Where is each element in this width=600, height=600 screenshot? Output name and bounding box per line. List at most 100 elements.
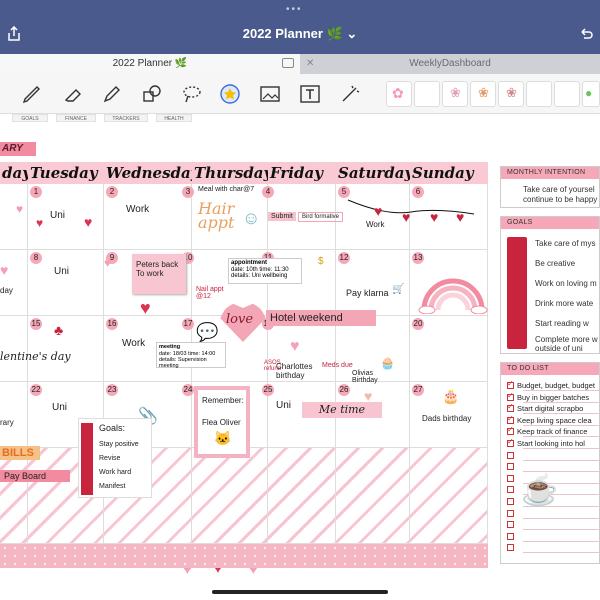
svg-text:♥: ♥ [430,209,438,225]
face-sticker-icon: ☺ [242,208,261,228]
date-number: 23 [106,384,118,396]
todo-checkbox[interactable] [507,425,514,436]
day-header-thursday: Thursday [192,162,268,184]
highlighter-icon[interactable] [100,82,124,106]
heart-icon: ♥ [16,202,24,216]
date-number: 4 [262,186,274,198]
todo-checkbox[interactable] [507,402,514,413]
pen-icon[interactable] [20,82,44,106]
todo-label: Buy in bigger batches [517,392,590,402]
lasso-icon[interactable] [180,82,204,106]
event-text: Dads birthday [422,414,472,423]
event-text: lentine's day [0,350,71,363]
sticker-garland[interactable] [554,81,580,107]
todo-checkbox[interactable] [507,474,514,482]
planner-page: GOALS FINANCE TRACKERS HEALTH ARY day Tu… [0,114,600,600]
goal-item: Drink more wate [535,299,594,308]
event-text: Uni [50,210,66,221]
section-tab-health[interactable]: HEALTH [156,114,192,122]
sticker-bouquet-2[interactable]: ❀ [470,81,496,107]
bills-sticker: BILLS [0,446,40,460]
month-title: ARY [0,142,36,156]
section-tab-goals[interactable]: GOALS [12,114,48,122]
section-tab-finance[interactable]: FINANCE [56,114,96,122]
tab-label: 2022 Planner 🌿 [112,58,188,69]
shapes-icon[interactable] [140,82,164,106]
date-number: 8 [30,252,42,264]
hair-appt-sticker: Hair appt [198,199,235,232]
day-header-friday: Friday [268,162,336,184]
todo-checkbox[interactable] [507,521,514,529]
cell[interactable] [410,448,488,544]
text-tool-icon[interactable] [298,82,322,106]
laser-pointer-icon[interactable] [338,82,362,106]
pay-board-banner: Pay Board [0,470,70,482]
cell[interactable] [192,448,268,544]
sticky-note: Peters back To work [132,254,186,294]
todo-checkbox[interactable] [507,391,514,401]
todo-underline [523,529,600,531]
todo-checkbox[interactable] [507,498,514,505]
cell[interactable] [0,448,28,544]
todo-checkbox[interactable] [507,509,514,517]
cell[interactable] [0,316,28,382]
sticker-bouquet-3[interactable]: ❀ [498,81,524,107]
sticker-flowers[interactable]: ✿ [386,81,412,107]
image-icon[interactable] [258,82,282,106]
split-view-icon[interactable] [282,58,294,68]
cake-icon: 🎂 [442,388,460,404]
date-number: 27 [412,384,424,396]
cell[interactable] [0,184,28,250]
sticker-green[interactable]: ● [582,81,600,107]
goal-item: Start reading w [535,319,589,328]
day-header-sunday: Sunday [410,162,488,184]
section-tab-trackers[interactable]: TRACKERS [104,114,148,122]
event-note: Meal with char@7 [198,186,255,193]
goals-box: GOALS Take care of mys Be creative Work … [500,216,600,354]
todo-checkbox[interactable] [507,544,514,552]
day-header-tuesday: Tuesday [28,162,104,184]
intention-line: continue to be happy [523,195,598,204]
date-number: 20 [412,318,424,330]
appointment-card: appointment date: 10th time: 11:30 detai… [228,258,302,284]
sticker-flower-strip[interactable] [526,81,552,107]
home-indicator[interactable] [212,590,388,594]
rainbow-sticker [418,278,488,314]
reminder-text: Flea Oliver [202,418,241,427]
day-header-wednesday: Wednesday [104,162,192,184]
cell[interactable] [0,382,28,448]
svg-text:♥: ♥ [374,203,382,219]
heart-garland-decoration: ♥ ♥ ♥ ♥ [347,199,475,225]
event-text: rary [0,418,14,427]
todo-header: TO DO LIST [501,363,599,375]
goals-header: GOALS [501,217,599,229]
sticker-label[interactable] [414,81,440,107]
cell[interactable] [268,448,336,544]
todo-checkbox[interactable] [507,414,514,424]
document-title[interactable]: 2022 Planner 🌿 ⌄ [0,26,600,42]
tab-bar: 2022 Planner 🌿 ✕ WeeklyDashboard [0,54,600,74]
undo-icon[interactable] [578,26,594,42]
todo-label: Start looking into hol [517,439,585,448]
goals-card-item: Manifest [99,483,126,490]
coffee-mug-icon: ☕ [521,474,559,507]
cell[interactable] [336,448,410,544]
tab-weekly-dashboard[interactable]: ✕ WeeklyDashboard [300,54,600,74]
sticker-bouquet-1[interactable]: ❀ [442,81,468,107]
eraser-icon[interactable] [60,82,84,106]
todo-checkbox[interactable] [507,486,514,494]
sticker-star-icon[interactable] [218,82,242,106]
close-tab-icon[interactable]: ✕ [306,54,314,74]
goal-item: Work on loving m [535,279,597,288]
todo-checkbox[interactable] [507,451,514,459]
todo-checkbox[interactable] [507,379,514,389]
todo-checkbox[interactable] [507,532,514,540]
multitask-dots[interactable]: ••• [286,4,303,15]
todo-checkbox[interactable] [507,437,514,447]
goals-card-item: Work hard [99,469,132,476]
event-text: Uni [276,400,292,411]
todo-underline [523,413,600,415]
todo-checkbox[interactable] [507,463,514,471]
cell[interactable] [0,250,28,316]
tab-2022-planner[interactable]: 2022 Planner 🌿 [0,54,300,74]
